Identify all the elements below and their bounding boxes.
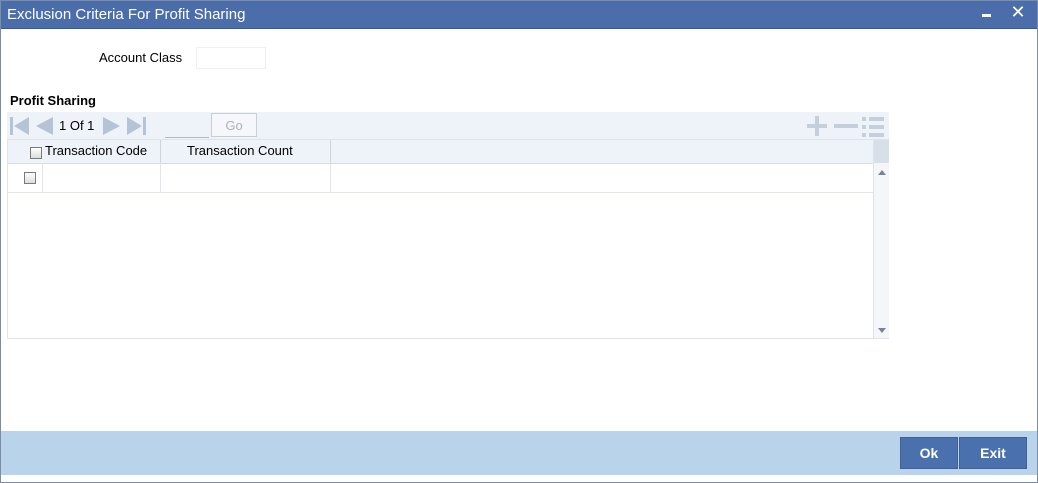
account-class-input[interactable] [196,47,266,69]
transaction-code-input[interactable] [46,165,160,191]
section-title-profit-sharing: Profit Sharing [10,93,96,108]
account-class-label: Account Class [99,50,183,65]
transaction-count-input[interactable] [164,165,330,191]
close-icon[interactable]: ✕ [1008,3,1028,25]
cell-divider [42,163,43,192]
profit-sharing-grid: Transaction Code Transaction Count [7,139,889,339]
go-button[interactable]: Go [211,113,257,137]
grid-header: Transaction Code Transaction Count [8,140,873,164]
cell-divider [160,163,161,192]
column-header-transaction-count[interactable]: Transaction Count [187,140,293,163]
previous-page-icon[interactable] [33,116,55,136]
next-page-icon[interactable] [101,116,123,136]
table-row [8,163,873,193]
column-header-transaction-code[interactable]: Transaction Code [45,140,147,163]
window-title: Exclusion Criteria For Profit Sharing [7,6,246,23]
column-divider [330,140,331,163]
column-divider [160,140,161,163]
exit-button[interactable]: Exit [959,437,1027,469]
last-page-icon[interactable] [125,116,149,136]
scroll-down-icon[interactable] [878,328,886,333]
view-rows-icon[interactable] [861,116,885,137]
select-all-checkbox[interactable] [30,147,42,159]
pagination-info: 1 Of 1 [59,118,95,133]
delete-row-icon[interactable] [833,116,859,136]
dialog-window: Exclusion Criteria For Profit Sharing ✕ … [0,0,1038,483]
title-bar[interactable]: Exclusion Criteria For Profit Sharing ✕ [1,1,1037,29]
minimize-icon[interactable] [977,3,997,25]
grid-toolbar: 1 Of 1 Go [7,112,889,139]
first-page-icon[interactable] [9,116,31,136]
footer-bar: Ok Exit [1,431,1037,475]
add-row-icon[interactable] [805,116,829,136]
scrollbar-header-cap [874,140,889,163]
ok-button[interactable]: Ok [900,437,958,469]
vertical-scrollbar[interactable] [873,140,889,338]
scroll-up-icon[interactable] [878,170,886,175]
row-select-checkbox[interactable] [24,172,36,184]
cell-divider [330,163,331,192]
page-number-input[interactable] [165,115,209,138]
